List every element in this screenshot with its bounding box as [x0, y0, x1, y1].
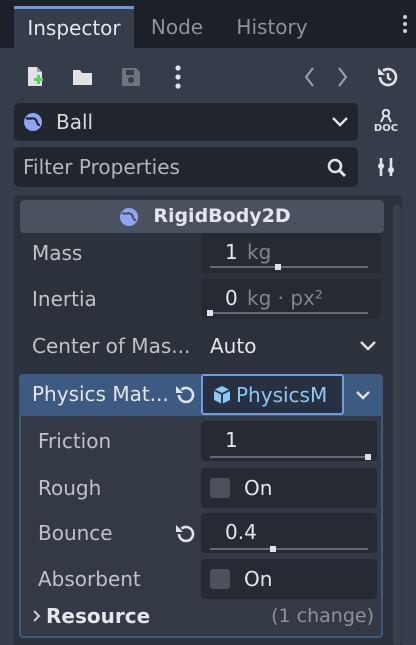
inertia-label: Inertia	[32, 287, 97, 311]
absorbent-checkbox-box[interactable]	[210, 569, 230, 589]
resource-cube-icon	[211, 384, 233, 406]
bounce-value: 0.4	[225, 520, 257, 544]
rough-value: On	[244, 476, 273, 500]
resource-group-label: Resource	[46, 604, 151, 628]
tab-history[interactable]: History	[226, 6, 318, 48]
node-globe-icon	[22, 111, 44, 133]
mass-slider-grabber[interactable]	[274, 264, 281, 270]
revert-icon[interactable]	[173, 384, 197, 406]
friction-slider-track	[210, 456, 368, 458]
mass-label: Mass	[32, 241, 83, 265]
chevron-down-icon[interactable]	[352, 386, 374, 404]
inertia-slider-track	[210, 312, 368, 314]
tab-inspector[interactable]: Inspector	[14, 6, 134, 48]
inertia-spinbox[interactable]: 0 kg · px²	[201, 279, 381, 319]
dock-tab-bar: Inspector Node History	[0, 0, 416, 48]
bounce-spinbox[interactable]: 0.4	[201, 513, 377, 553]
filter-properties-field[interactable]: Filter Properties	[14, 147, 358, 187]
save-icon[interactable]	[118, 64, 144, 90]
inspector-scrollbar[interactable]	[393, 205, 401, 645]
physics-material-value: PhysicsM	[236, 383, 328, 407]
object-history-icon[interactable]	[373, 64, 401, 90]
rough-checkbox[interactable]: On	[201, 468, 377, 508]
more-vertical-icon[interactable]	[170, 62, 186, 92]
rough-label: Rough	[38, 476, 102, 500]
absorbent-value: On	[244, 567, 273, 591]
center-of-mass-label: Center of Mas...	[32, 334, 191, 358]
mass-spinbox[interactable]: 1 kg	[201, 233, 381, 273]
chevron-down-icon	[330, 113, 350, 131]
history-forward-icon[interactable]	[331, 64, 355, 90]
dock-menu-icon[interactable]	[400, 12, 410, 40]
revert-icon[interactable]	[173, 523, 197, 545]
search-icon	[326, 157, 348, 179]
tab-node[interactable]: Node	[138, 6, 216, 48]
chevron-right-icon	[31, 609, 43, 623]
absorbent-label: Absorbent	[38, 567, 141, 591]
object-name: Ball	[56, 110, 94, 134]
doc-help-icon[interactable]: DOC	[371, 104, 401, 138]
section-header[interactable]: RigidBody2D	[20, 200, 384, 233]
doc-icon-label: DOC	[373, 122, 399, 134]
friction-label: Friction	[38, 429, 112, 453]
new-resource-icon[interactable]	[22, 64, 48, 90]
friction-spinbox[interactable]: 1	[201, 421, 377, 461]
absorbent-checkbox[interactable]: On	[201, 559, 377, 599]
object-selector[interactable]: Ball	[14, 103, 358, 141]
friction-slider-grabber[interactable]	[365, 454, 371, 460]
bounce-slider-track	[210, 548, 368, 550]
friction-value: 1	[225, 428, 238, 452]
section-title: RigidBody2D	[153, 205, 291, 227]
bounce-label: Bounce	[38, 521, 113, 545]
physics-material-resource-button[interactable]: PhysicsM	[201, 374, 344, 415]
open-folder-icon[interactable]	[70, 64, 96, 90]
chevron-down-icon	[359, 339, 377, 353]
tools-icon[interactable]	[373, 154, 399, 180]
resource-change-count: (1 change)	[271, 605, 374, 627]
resource-group-header[interactable]: Resource (1 change)	[28, 601, 378, 631]
physics-material-label: Physics Mat...	[32, 382, 169, 406]
inertia-slider-grabber[interactable]	[207, 310, 213, 316]
center-of-mass-value: Auto	[210, 334, 257, 358]
history-back-icon[interactable]	[297, 64, 321, 90]
mass-slider-track	[210, 266, 368, 268]
center-of-mass-dropdown[interactable]: Auto	[201, 326, 381, 366]
filter-input[interactable]: Filter Properties	[23, 147, 180, 187]
bounce-slider-grabber[interactable]	[270, 546, 277, 552]
rough-checkbox-box[interactable]	[210, 478, 230, 498]
